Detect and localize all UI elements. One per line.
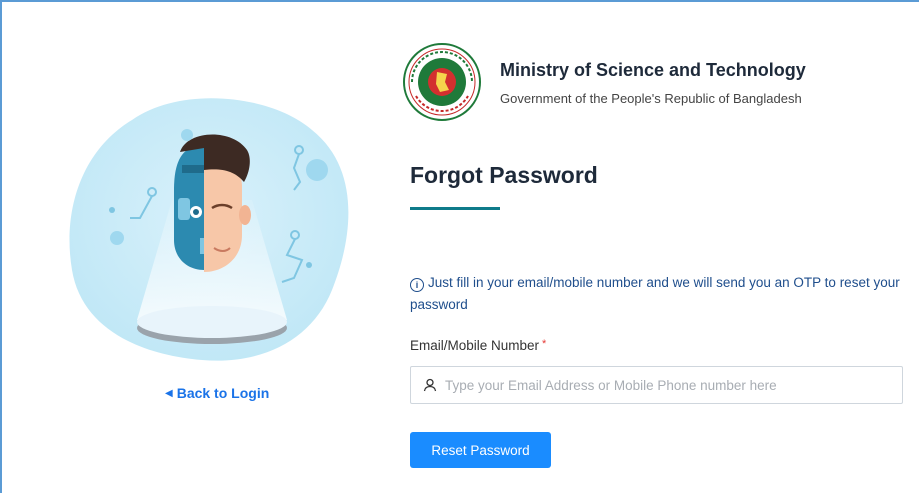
- back-to-login-label: Back to Login: [176, 385, 270, 401]
- ministry-title: Ministry of Science and Technology: [500, 60, 806, 80]
- reset-password-button[interactable]: Reset Password: [410, 432, 551, 468]
- ministry-subtitle: Government of the People's Republic of B…: [500, 91, 802, 106]
- caret-left-icon: ◀: [165, 387, 173, 399]
- page-frame: ◀ Back to Login Ministry of Science and …: [0, 0, 919, 493]
- email-mobile-label: Email/Mobile Number *: [410, 338, 546, 353]
- page-title: Forgot Password: [410, 162, 598, 188]
- title-underline: [410, 207, 500, 210]
- info-icon: i: [410, 278, 424, 292]
- bangladesh-govt-logo: [403, 43, 481, 121]
- email-mobile-input[interactable]: [443, 376, 902, 394]
- required-mark: *: [542, 338, 547, 350]
- info-message: i Just fill in your email/mobile number a…: [410, 272, 900, 316]
- info-text: Just fill in your email/mobile number an…: [410, 275, 900, 312]
- user-icon: [423, 378, 437, 392]
- field-label-text: Email/Mobile Number: [410, 338, 540, 353]
- email-mobile-field[interactable]: [410, 366, 903, 404]
- back-to-login-link[interactable]: ◀ Back to Login: [165, 385, 269, 401]
- robot-face-illustration: [62, 90, 362, 370]
- ministry-header: Ministry of Science and Technology Gover…: [403, 42, 806, 122]
